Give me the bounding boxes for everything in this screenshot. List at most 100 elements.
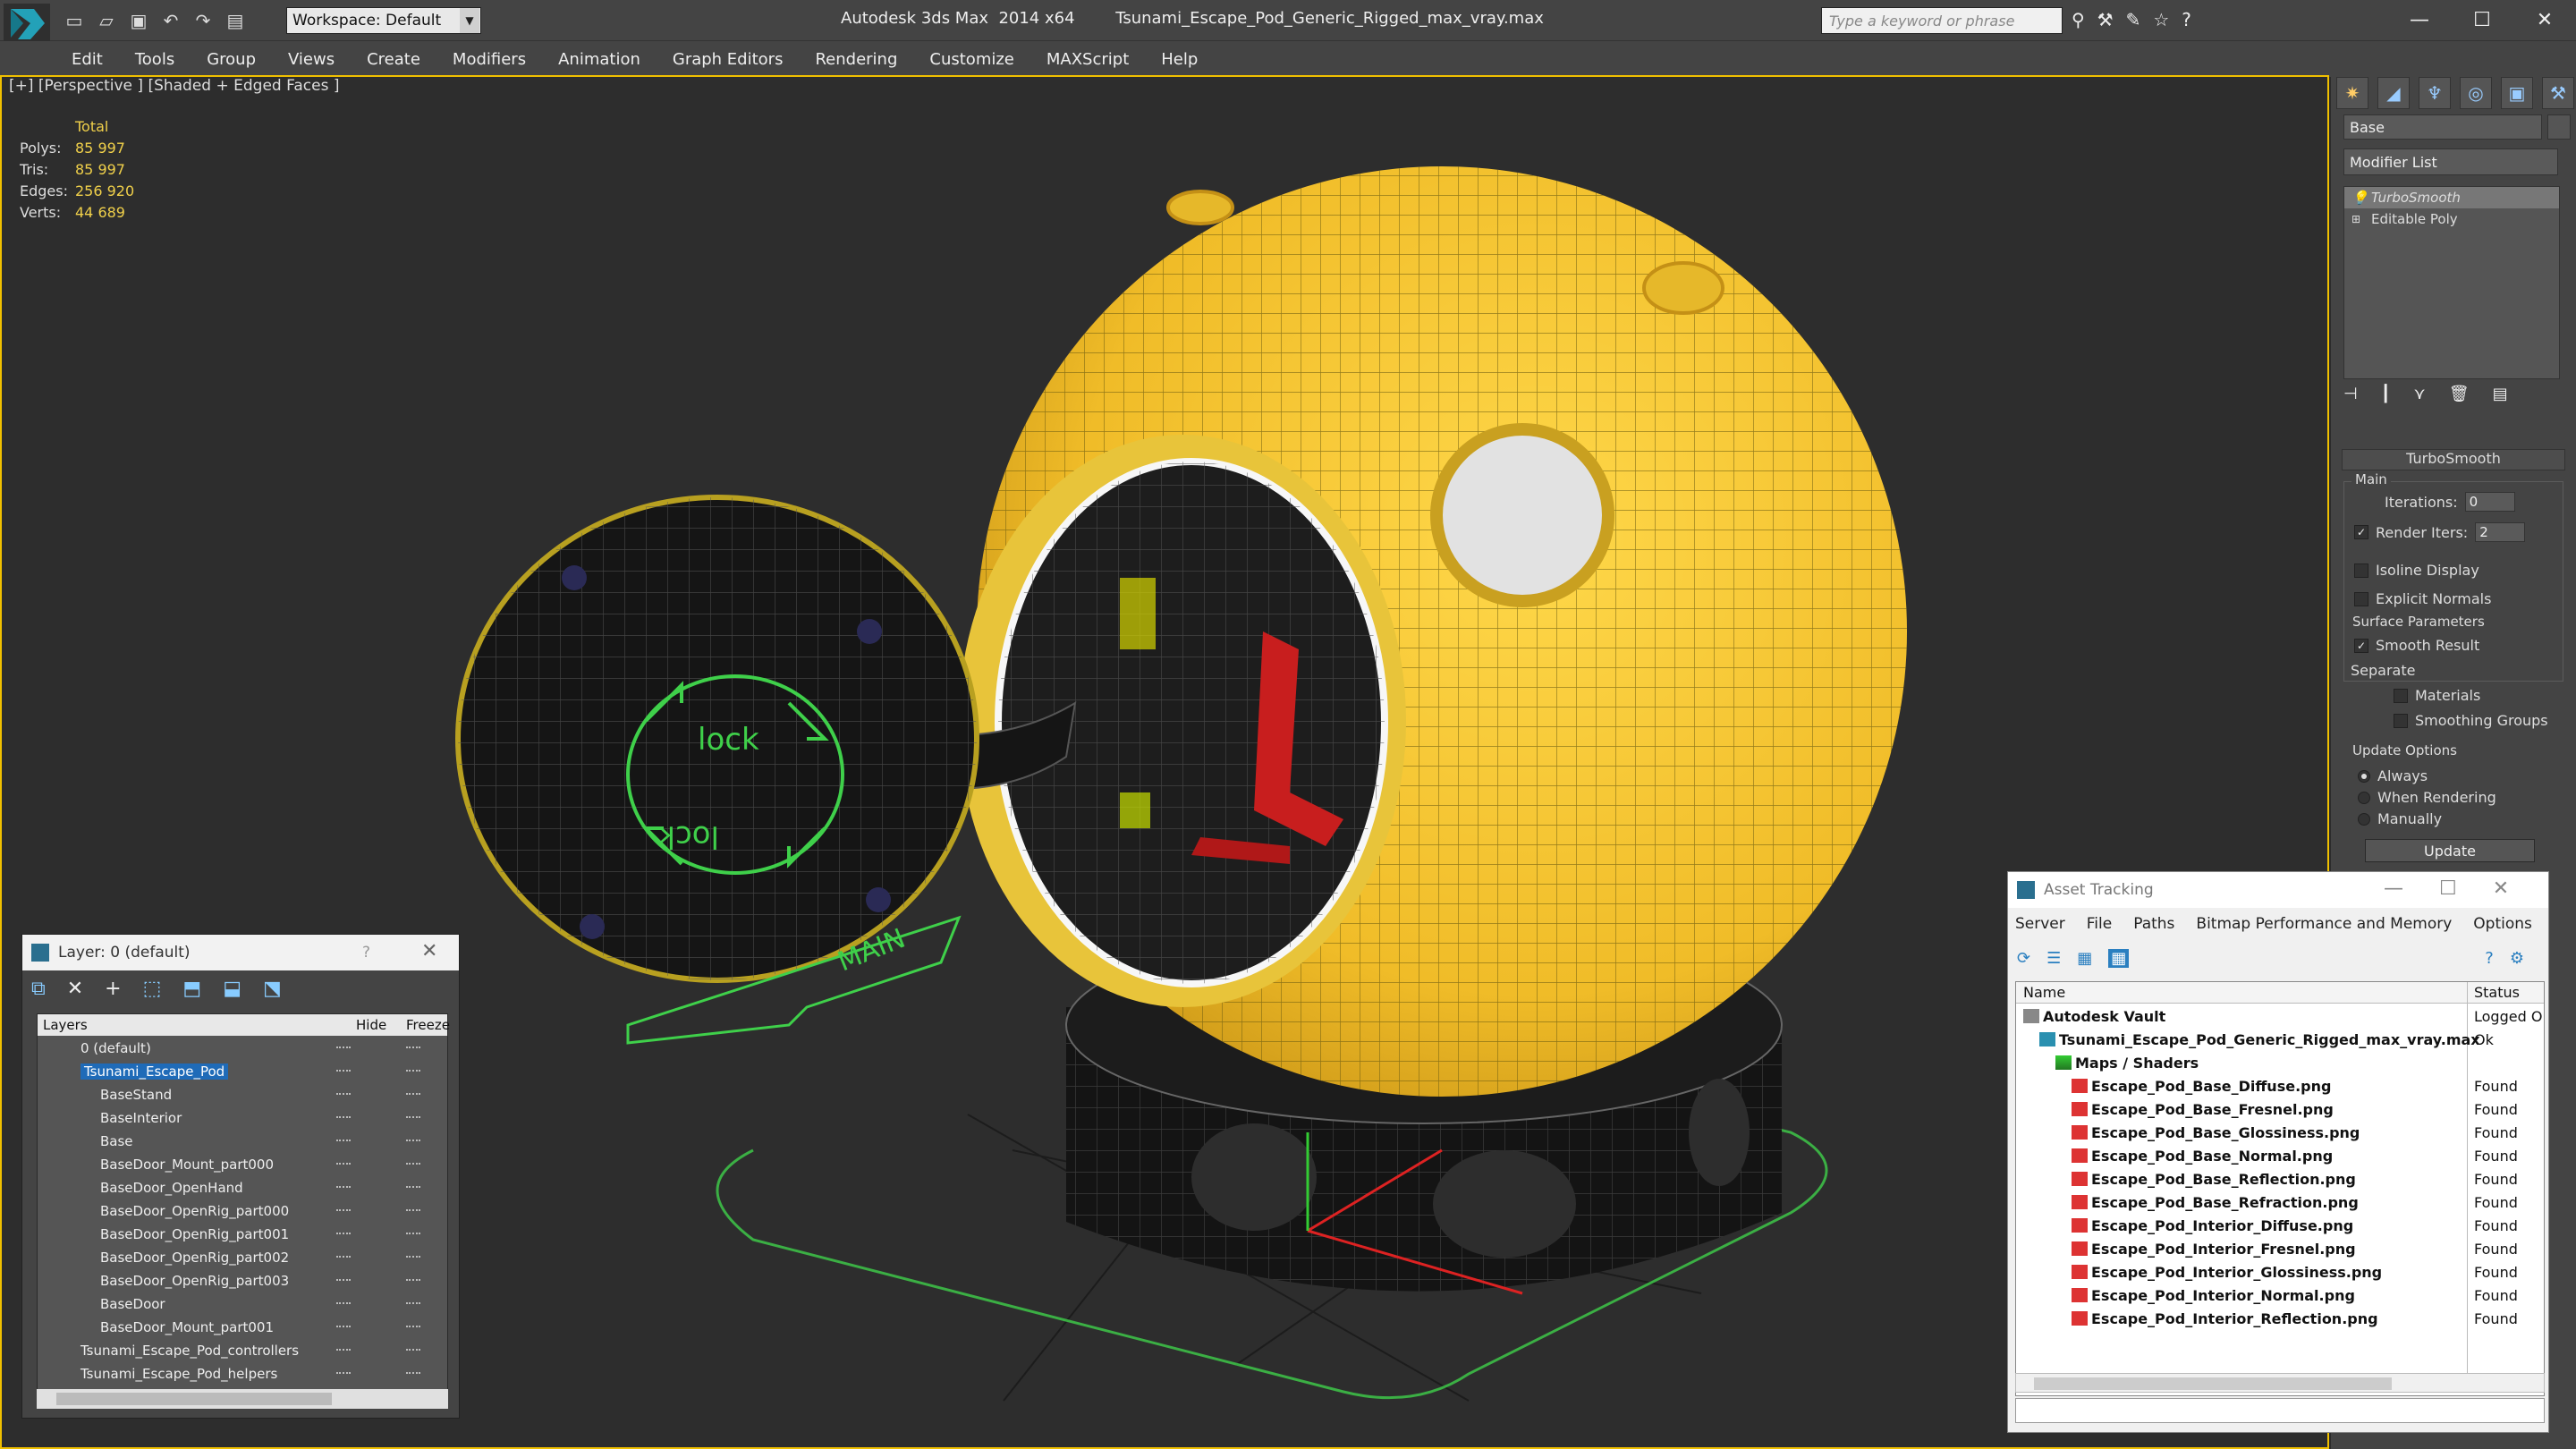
show-end-result-icon[interactable]: ┃ <box>2381 385 2391 403</box>
scrollbar-thumb[interactable] <box>56 1393 332 1405</box>
materials-checkbox[interactable] <box>2394 688 2408 703</box>
project-folder-icon[interactable]: ▤ <box>224 9 247 32</box>
lightbulb-icon[interactable]: 💡 <box>2351 190 2368 206</box>
layer-row[interactable]: Tsunami_Escape_Pod <box>38 1061 447 1082</box>
layer-row[interactable]: BaseDoor <box>38 1293 447 1315</box>
pin-stack-icon[interactable]: ⊣ <box>2343 385 2358 403</box>
grid-view-icon[interactable]: ▦ <box>2108 949 2130 968</box>
column-status[interactable]: Status <box>2474 984 2520 1001</box>
asset-row[interactable]: Escape_Pod_Interior_Glossiness.png Found <box>2016 1261 2544 1284</box>
always-radio[interactable] <box>2358 769 2370 783</box>
layer-row[interactable]: BaseDoor_OpenRig_part003 <box>38 1270 447 1292</box>
freeze-toggle[interactable] <box>406 1186 420 1190</box>
horizontal-scrollbar[interactable] <box>37 1389 448 1409</box>
when-rendering-radio[interactable] <box>2358 791 2370 804</box>
menu-graph-editors[interactable]: Graph Editors <box>673 50 784 69</box>
create-layer-icon[interactable]: + <box>105 978 121 1000</box>
freeze-toggle[interactable] <box>406 1302 420 1306</box>
menu-edit[interactable]: Edit <box>72 50 103 69</box>
freeze-toggle[interactable] <box>406 1233 420 1236</box>
asset-menu-bitmap[interactable]: Bitmap Performance and Memory <box>2196 915 2452 933</box>
update-button[interactable]: Update <box>2365 839 2535 862</box>
render-iters-spinner[interactable]: 2 <box>2475 522 2526 542</box>
hide-toggle[interactable] <box>336 1186 351 1190</box>
asset-row[interactable]: Escape_Pod_Base_Glossiness.png Found <box>2016 1122 2544 1145</box>
minimize-icon[interactable]: — <box>2384 877 2403 900</box>
redo-icon[interactable]: ↷ <box>191 9 215 32</box>
hide-toggle[interactable] <box>336 1163 351 1166</box>
freeze-toggle[interactable] <box>406 1070 420 1073</box>
set-current-layer-icon[interactable]: ⬔ <box>263 978 282 1000</box>
asset-row[interactable]: Maps / Shaders <box>2016 1052 2544 1075</box>
viewport-label[interactable]: [+] [Perspective ] [Shaded + Edged Faces… <box>9 77 339 95</box>
horizontal-scrollbar[interactable] <box>2015 1373 2545 1393</box>
delete-layer-icon[interactable]: ✕ <box>67 978 83 1000</box>
hide-toggle[interactable] <box>336 1233 351 1236</box>
maximize-icon[interactable]: ☐ <box>2451 4 2513 36</box>
column-hide[interactable]: Hide <box>356 1017 386 1033</box>
object-name-field[interactable]: Base <box>2343 114 2542 140</box>
list-view-icon[interactable]: ☰ <box>2046 949 2061 968</box>
hide-toggle[interactable] <box>336 1140 351 1143</box>
hide-toggle[interactable] <box>336 1070 351 1073</box>
asset-row[interactable]: Autodesk Vault Logged O <box>2016 1005 2544 1029</box>
add-selection-icon[interactable]: ⬚ <box>143 978 162 1000</box>
asset-row[interactable]: Escape_Pod_Base_Diffuse.png Found <box>2016 1075 2544 1098</box>
help-icon[interactable]: ? <box>2182 9 2191 30</box>
search-input[interactable]: Type a keyword or phrase <box>1821 7 2063 34</box>
freeze-toggle[interactable] <box>406 1279 420 1283</box>
freeze-toggle[interactable] <box>406 1046 420 1050</box>
layer-row[interactable]: BaseDoor_OpenRig_part000 <box>38 1200 447 1222</box>
highlight-layer-icon[interactable]: ⬓ <box>223 978 242 1000</box>
smooth-result-checkbox[interactable]: ✓ <box>2354 638 2368 653</box>
make-unique-icon[interactable]: ⋎ <box>2414 385 2426 403</box>
hide-toggle[interactable] <box>336 1279 351 1283</box>
freeze-toggle[interactable] <box>406 1326 420 1329</box>
help-icon[interactable]: ? <box>2485 949 2494 968</box>
maximize-icon[interactable]: ☐ <box>2439 877 2457 900</box>
table-view-icon[interactable]: ▦ <box>2077 949 2092 968</box>
freeze-toggle[interactable] <box>406 1256 420 1259</box>
menu-maxscript[interactable]: MAXScript <box>1046 50 1129 69</box>
hide-toggle[interactable] <box>336 1209 351 1213</box>
hide-toggle[interactable] <box>336 1116 351 1120</box>
explicit-normals-checkbox[interactable] <box>2354 591 2368 606</box>
layer-window-titlebar[interactable]: Layer: 0 (default) ? ✕ <box>22 935 459 970</box>
hide-toggle[interactable] <box>336 1256 351 1259</box>
refresh-icon[interactable]: ⟳ <box>2017 949 2030 968</box>
minimize-icon[interactable]: — <box>2388 4 2451 36</box>
layer-row[interactable]: BaseStand <box>38 1084 447 1106</box>
freeze-toggle[interactable] <box>406 1093 420 1097</box>
close-icon[interactable]: ✕ <box>2493 877 2509 900</box>
asset-menu-server[interactable]: Server <box>2015 915 2065 933</box>
asset-row[interactable]: Tsunami_Escape_Pod_Generic_Rigged_max_vr… <box>2016 1029 2544 1052</box>
iterations-spinner[interactable]: 0 <box>2464 492 2515 512</box>
subscription-icon[interactable]: ⚒ <box>2097 9 2114 30</box>
layer-row[interactable]: Base <box>38 1131 447 1152</box>
asset-row[interactable]: Escape_Pod_Base_Reflection.png Found <box>2016 1168 2544 1191</box>
communication-icon[interactable]: ✎ <box>2126 9 2141 30</box>
configure-sets-icon[interactable]: ▤ <box>2493 385 2508 403</box>
freeze-toggle[interactable] <box>406 1163 420 1166</box>
workspace-dropdown[interactable]: Workspace: Default <box>286 7 481 34</box>
asset-menu-paths[interactable]: Paths <box>2133 915 2174 933</box>
remove-modifier-icon[interactable]: 🗑 <box>2449 385 2470 403</box>
layer-row[interactable]: BaseDoor_Mount_part000 <box>38 1154 447 1175</box>
save-icon[interactable]: ▣ <box>127 9 150 32</box>
menu-customize[interactable]: Customize <box>929 50 1013 69</box>
open-file-icon[interactable]: ▱ <box>95 9 118 32</box>
layer-row[interactable]: BaseDoor_OpenHand <box>38 1177 447 1199</box>
asset-row[interactable]: Escape_Pod_Base_Fresnel.png Found <box>2016 1098 2544 1122</box>
menu-tools[interactable]: Tools <box>135 50 174 69</box>
asset-row[interactable]: Escape_Pod_Base_Normal.png Found <box>2016 1145 2544 1168</box>
hide-toggle[interactable] <box>336 1349 351 1352</box>
undo-icon[interactable]: ↶ <box>159 9 182 32</box>
column-freeze[interactable]: Freeze <box>406 1017 450 1033</box>
close-icon[interactable]: ✕ <box>421 940 437 962</box>
asset-row[interactable]: Escape_Pod_Interior_Fresnel.png Found <box>2016 1238 2544 1261</box>
render-iters-checkbox[interactable]: ✓ <box>2354 525 2368 539</box>
manually-radio[interactable] <box>2358 812 2370 826</box>
object-color-swatch[interactable] <box>2547 114 2571 140</box>
expand-plus-icon[interactable]: ⊞ <box>2351 213 2362 227</box>
motion-tab-icon[interactable]: ◎ <box>2460 77 2492 109</box>
